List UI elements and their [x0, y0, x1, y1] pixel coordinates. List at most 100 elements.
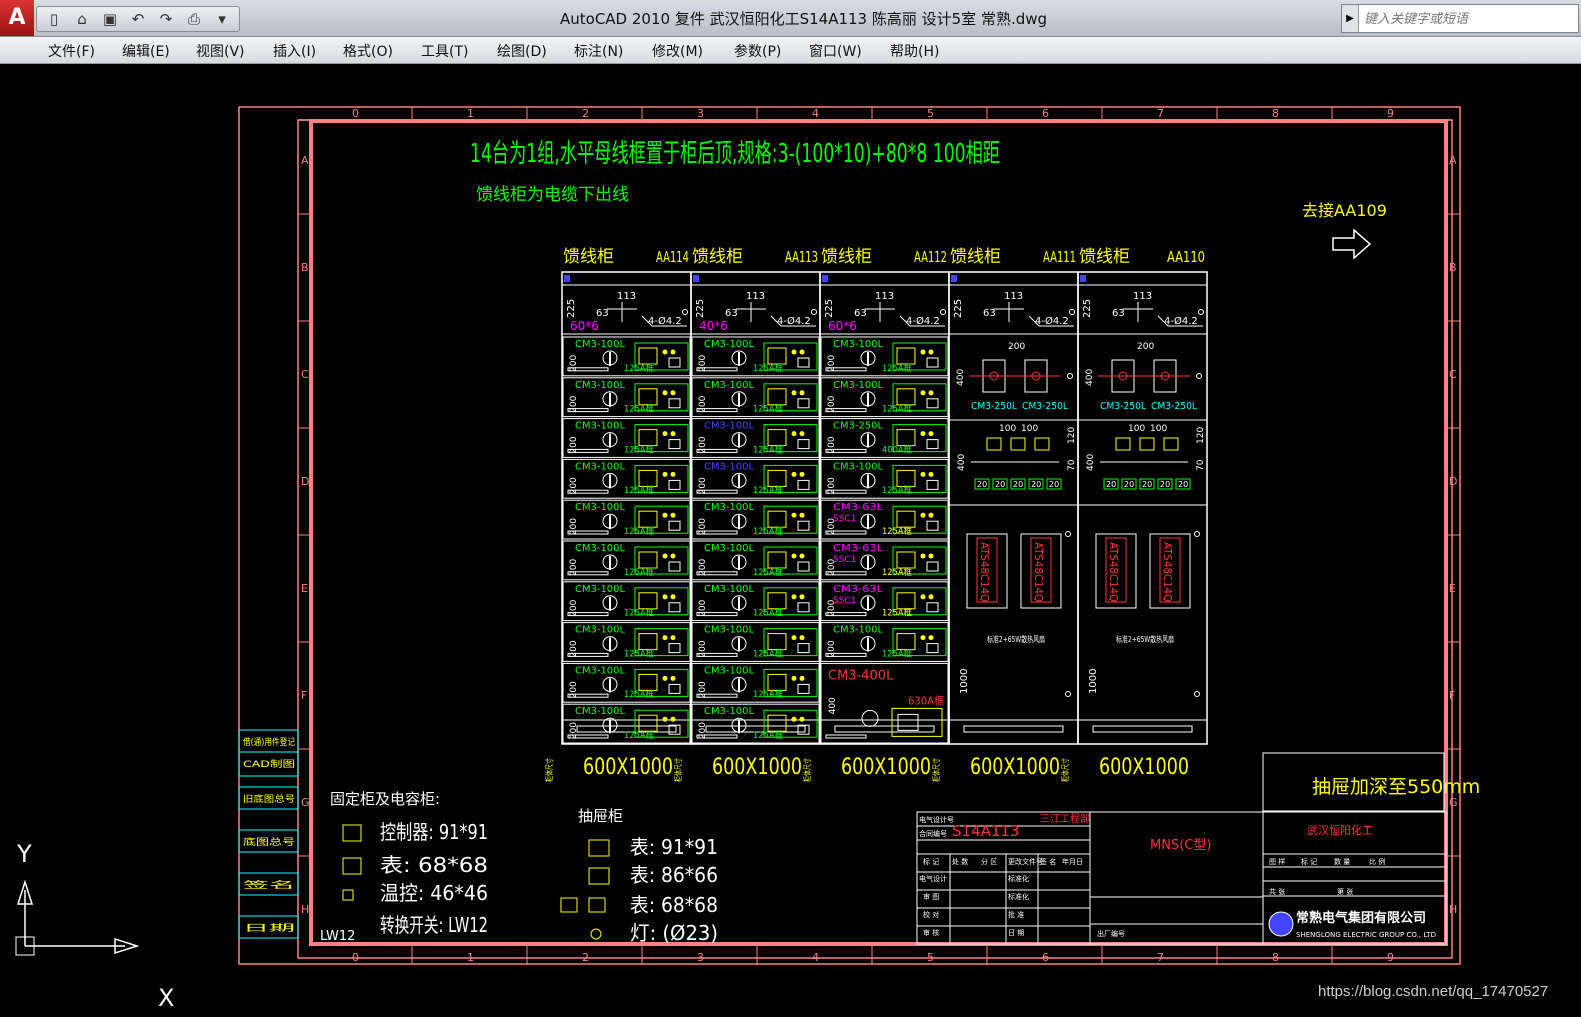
- breaker-label: CM3-100L: [704, 584, 754, 595]
- open-folder-icon[interactable]: ⌂: [69, 7, 95, 31]
- undo-icon[interactable]: ↶: [125, 7, 151, 31]
- menu-file[interactable]: 文件(F): [48, 41, 95, 61]
- breaker-rating: 125A框: [882, 403, 912, 415]
- breaker-rating: 125A框: [753, 647, 783, 659]
- dim-120: 120: [1196, 427, 1206, 444]
- title-block-label: 处 数: [952, 857, 968, 866]
- redo-icon[interactable]: ↷: [153, 7, 179, 31]
- fan-note: 标准2+65W散热风扇: [987, 634, 1045, 644]
- lamp-icon: [928, 471, 934, 477]
- breaker-rating: 125A框: [624, 729, 654, 741]
- lamp-icon: [670, 594, 676, 600]
- menu-view[interactable]: 视图(V): [196, 41, 245, 61]
- switch-icon: [797, 439, 810, 450]
- ats-label: ATS48C14Q: [1107, 542, 1120, 602]
- dim-20: 20: [1124, 480, 1134, 489]
- cabinet-dimension-label: 600X1000: [970, 755, 1060, 780]
- meter-icon: [1115, 437, 1131, 451]
- cabinet-header-square: [564, 275, 570, 282]
- breaker-label: CM3-100L: [704, 665, 754, 676]
- dim-200: 200: [569, 355, 579, 372]
- lamp-icon: [928, 512, 934, 518]
- column-number-bottom: 7: [1157, 951, 1164, 964]
- print-icon[interactable]: ⎙: [181, 7, 207, 31]
- lamp-icon: [791, 471, 797, 477]
- menu-window[interactable]: 窗口(W): [809, 41, 862, 61]
- menu-help[interactable]: 帮助(H): [890, 41, 939, 61]
- breaker-rating: 125A框: [882, 362, 912, 374]
- menu-draw[interactable]: 绘图(D): [497, 41, 547, 61]
- dropdown-icon[interactable]: ▾: [209, 7, 235, 31]
- breaker-rating: 125A框: [882, 647, 912, 659]
- cabinet-code-label: AA114: [656, 248, 689, 266]
- lamp-icon: [799, 716, 805, 722]
- breaker-label: CM3-100L: [575, 625, 625, 636]
- menu-tools[interactable]: 工具(T): [421, 41, 468, 61]
- drawer-note: 抽屉加深至550mm: [1312, 776, 1480, 798]
- lamp-icon: [662, 635, 668, 641]
- lamp-icon: [670, 716, 676, 722]
- hole-label: 4-Ø4.2: [648, 315, 682, 327]
- title-block-label: 批 准: [1008, 910, 1024, 919]
- contactor-label: SSC1: [833, 596, 856, 606]
- save-icon[interactable]: ▣: [97, 7, 123, 31]
- column-number-top: 7: [1157, 107, 1164, 120]
- breaker-label: CM3-100L: [704, 625, 754, 636]
- dim-400: 400: [1085, 369, 1095, 386]
- legend-lw-label: LW12: [320, 929, 355, 944]
- breaker-label: CM3-63L: [833, 502, 883, 513]
- lamp-icon: [928, 594, 934, 600]
- title-bar: A ▯ ⌂ ▣ ↶ ↷ ⎙ ▾ AutoCAD 2010 复件 武汉恒阳化工S1…: [0, 0, 1581, 37]
- search-box[interactable]: ▶: [1341, 4, 1579, 33]
- menu-modify[interactable]: 修改(M): [652, 41, 703, 61]
- arrow-right-icon: [1332, 228, 1372, 260]
- switch-icon: [797, 479, 810, 490]
- breaker-rating: 125A框: [624, 362, 654, 374]
- dim-200: 200: [698, 681, 708, 698]
- title-block-label: 更改文件号: [1008, 857, 1043, 866]
- title-block-label: 电气设计号: [919, 815, 954, 824]
- dim-400: 400: [957, 454, 967, 471]
- title-block-label: 电气设计: [919, 874, 947, 883]
- cad-drawing[interactable]: 00112233445566778899A AB BC CD DE EF FG GH H 借(通…: [0, 64, 1581, 1017]
- breaker-rating: 125A框: [753, 688, 783, 700]
- dim-200: 200: [569, 599, 579, 616]
- column-number-bottom: 9: [1387, 951, 1394, 964]
- dim-200: 200: [698, 355, 708, 372]
- dim-225: 225: [566, 299, 577, 318]
- menu-format[interactable]: 格式(O): [343, 41, 393, 61]
- menu-parameters[interactable]: 参数(P): [734, 41, 781, 61]
- strip-label: 日期: [243, 923, 295, 934]
- meter-icon: [896, 388, 916, 406]
- chevron-right-icon[interactable]: ▶: [1342, 5, 1359, 32]
- menu-insert[interactable]: 插入(I): [273, 41, 316, 61]
- row-letter-right: D: [1449, 475, 1457, 488]
- job-label: 三江工程部: [1040, 812, 1090, 825]
- breaker-rating: 125A框: [624, 647, 654, 659]
- legend-fixed-item: 温控: 46*46: [380, 881, 488, 905]
- meter-icon: [767, 469, 787, 487]
- row-letter-left: H: [301, 903, 309, 916]
- cabinet-header-square: [1080, 275, 1086, 282]
- drawing-canvas[interactable]: 00112233445566778899AABBCCDDEEFFGGHH 借(通…: [0, 64, 1581, 1017]
- meter-icon: [767, 673, 787, 691]
- legend-fixed-title: 固定柜及电容柜:: [330, 790, 440, 808]
- search-input[interactable]: [1362, 8, 1576, 30]
- meter-icon: [638, 551, 658, 569]
- new-file-icon[interactable]: ▯: [41, 7, 67, 31]
- column-number-bottom: 4: [812, 951, 819, 964]
- breaker-rating: 125A框: [624, 443, 654, 455]
- meter-icon: [638, 510, 658, 528]
- menu-dimension[interactable]: 标注(N): [574, 41, 623, 61]
- dim-400: 400: [1086, 454, 1096, 471]
- application-menu-button[interactable]: A: [0, 0, 34, 36]
- dim-225: 225: [695, 299, 706, 318]
- menu-edit[interactable]: 编辑(E): [122, 41, 170, 61]
- dim-63: 63: [1112, 308, 1125, 319]
- quick-access-toolbar: ▯ ⌂ ▣ ↶ ↷ ⎙ ▾: [36, 6, 240, 32]
- dim-200: 200: [569, 395, 579, 412]
- breaker-rating: 125A框: [624, 607, 654, 619]
- switch-icon: [668, 357, 681, 368]
- meter-icon: [896, 510, 916, 528]
- column-number-top: 2: [582, 107, 589, 120]
